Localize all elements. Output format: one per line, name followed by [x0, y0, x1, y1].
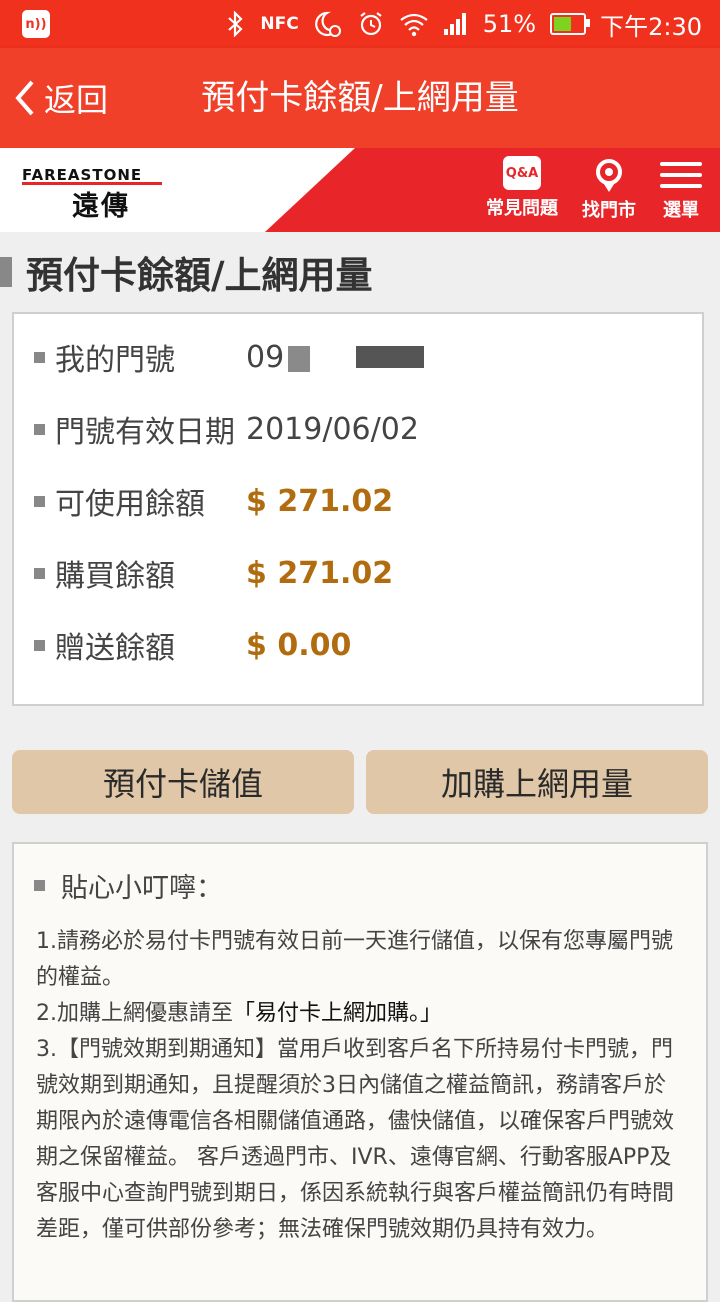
phone-number-value: 09 — [246, 340, 425, 375]
qa-icon: Q&A — [503, 156, 541, 190]
info-row-bonus: 贈送餘額 — [34, 622, 265, 668]
topup-button[interactable]: 預付卡儲值 — [12, 750, 354, 814]
moon-alarm-icon — [313, 10, 343, 38]
alarm-icon — [357, 10, 385, 38]
balance-info-panel: 我的門號 09 門號有效日期 2019/06/02 可使用餘額 $ 271.02… — [12, 312, 704, 706]
info-label: 門號有效日期 — [55, 415, 235, 450]
info-row-expiry: 門號有效日期 — [34, 406, 265, 452]
menu-icon — [660, 156, 702, 194]
expiry-date-value: 2019/06/02 — [246, 412, 419, 447]
clock-time: 下午2:30 — [600, 12, 702, 41]
info-label: 可使用餘額 — [55, 487, 205, 522]
bluetooth-icon — [226, 11, 246, 37]
info-label: 購買餘額 — [55, 559, 175, 594]
tips-panel: 貼心小叮嚀： 1.請務必於易付卡門號有效日前一天進行儲值，以保有您專屬門號的權益… — [12, 842, 708, 1302]
page-title: 預付卡餘額/上網用量 — [26, 254, 373, 297]
menu-button[interactable]: 選單 — [660, 156, 702, 222]
brand-header: FAREASTONE 遠傳 Q&A 常見問題 找門市 選單 — [0, 148, 720, 232]
tips-title: 貼心小叮嚀： — [61, 873, 223, 904]
info-label: 贈送餘額 — [55, 631, 175, 666]
info-label: 我的門號 — [55, 343, 175, 378]
tips-heading: 貼心小叮嚀： — [34, 866, 223, 905]
data-addon-link[interactable]: 「易付卡上網加購。」 — [233, 1001, 442, 1026]
notification-icon: n)) — [22, 10, 50, 38]
info-row-number: 我的門號 — [34, 334, 265, 380]
logo-chinese[interactable]: 遠傳 — [72, 184, 130, 223]
battery-icon — [550, 13, 591, 35]
status-bar: n)) NFC 51% 下午2:30 — [0, 0, 720, 48]
bonus-balance-value: $ 0.00 — [246, 628, 352, 663]
section-heading: 預付卡餘額/上網用量 — [0, 246, 373, 298]
faq-label: 常見問題 — [486, 198, 558, 219]
info-row-purchased: 購買餘額 — [34, 550, 265, 596]
find-store-button[interactable]: 找門市 — [582, 156, 636, 222]
faq-button[interactable]: Q&A 常見問題 — [486, 156, 558, 222]
tip-item-1: 1.請務必於易付卡門號有效日前一天進行儲值，以保有您專屬門號的權益。 — [36, 929, 673, 990]
app-title-bar: 返回 預付卡餘額/上網用量 — [0, 48, 720, 148]
masked-digits — [288, 345, 425, 372]
wifi-icon — [399, 11, 429, 37]
tip-item-3: 3.【門號效期到期通知】當用戶收到客戶名下所持易付卡門號，門號效期到期通知，且提… — [36, 1037, 675, 1242]
battery-percent: 51% — [482, 10, 537, 38]
find-store-label: 找門市 — [582, 200, 636, 221]
tip-item-2: 2.加購上網優惠請至「易付卡上網加購。」 — [36, 1001, 443, 1026]
info-row-available: 可使用餘額 — [34, 478, 265, 524]
purchased-balance-value: $ 271.02 — [246, 556, 394, 591]
store-pin-icon — [596, 159, 622, 192]
signal-icon — [443, 12, 469, 36]
tips-body: 1.請務必於易付卡門號有效日前一天進行儲值，以保有您專屬門號的權益。 2.加購上… — [36, 924, 686, 1248]
menu-label: 選單 — [663, 200, 699, 221]
add-data-button[interactable]: 加購上網用量 — [366, 750, 708, 814]
heading-marker — [0, 257, 12, 287]
nfc-icon: NFC — [260, 14, 299, 34]
app-title: 預付卡餘額/上網用量 — [201, 78, 519, 118]
available-balance-value: $ 271.02 — [246, 484, 394, 519]
